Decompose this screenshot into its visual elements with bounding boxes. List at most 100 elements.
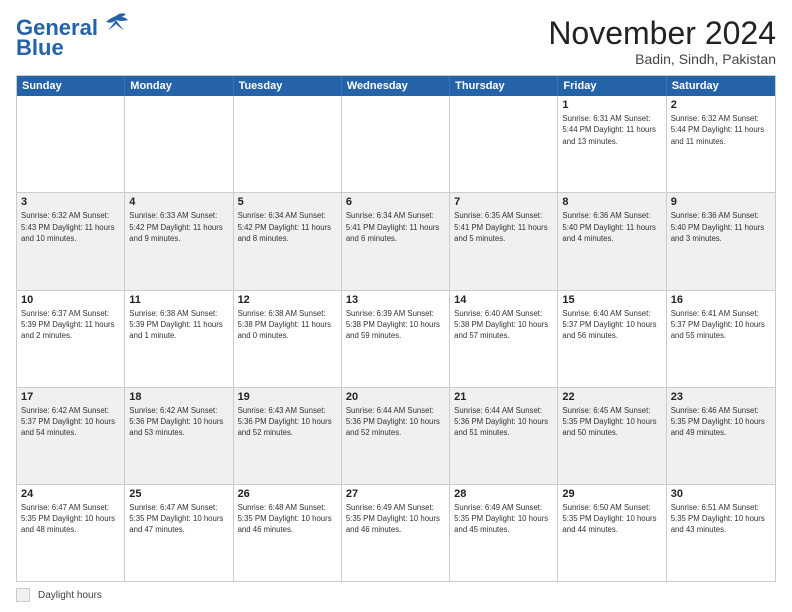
day-header-monday: Monday [125, 76, 233, 96]
cell-info: Sunrise: 6:47 AM Sunset: 5:35 PM Dayligh… [129, 502, 228, 536]
calendar-cell: 30 Sunrise: 6:51 AM Sunset: 5:35 PM Dayli… [667, 485, 775, 581]
header: General Blue November 2024 Badin, Sindh,… [16, 16, 776, 67]
calendar-cell: 1 Sunrise: 6:31 AM Sunset: 5:44 PM Daylig… [558, 96, 666, 192]
calendar-cell [125, 96, 233, 192]
cell-info: Sunrise: 6:34 AM Sunset: 5:42 PM Dayligh… [238, 210, 337, 244]
calendar-cell: 3Sunrise: 6:32 AM Sunset: 5:43 PM Daylig… [17, 193, 125, 289]
calendar-cell: 14 Sunrise: 6:40 AM Sunset: 5:38 PM Dayli… [450, 291, 558, 387]
location-title: Badin, Sindh, Pakistan [548, 51, 776, 67]
calendar-cell [17, 96, 125, 192]
day-header-tuesday: Tuesday [234, 76, 342, 96]
calendar-row-4: 24 Sunrise: 6:47 AM Sunset: 5:35 PM Dayli… [17, 484, 775, 581]
day-number: 7 [454, 196, 553, 208]
calendar-cell: 23 Sunrise: 6:46 AM Sunset: 5:35 PM Dayli… [667, 388, 775, 484]
cell-info: Sunrise: 6:33 AM Sunset: 5:42 PM Dayligh… [129, 210, 228, 244]
day-header-sunday: Sunday [17, 76, 125, 96]
cell-info: Sunrise: 6:39 AM Sunset: 5:38 PM Dayligh… [346, 308, 445, 342]
cell-info: Sunrise: 6:51 AM Sunset: 5:35 PM Dayligh… [671, 502, 771, 536]
calendar-cell: 22 Sunrise: 6:45 AM Sunset: 5:35 PM Dayli… [558, 388, 666, 484]
day-number: 3 [21, 196, 120, 208]
month-title: November 2024 [548, 16, 776, 51]
day-number: 25 [129, 488, 228, 500]
day-number: 24 [21, 488, 120, 500]
cell-info: Sunrise: 6:41 AM Sunset: 5:37 PM Dayligh… [671, 308, 771, 342]
calendar-cell: 10Sunrise: 6:37 AM Sunset: 5:39 PM Dayli… [17, 291, 125, 387]
logo-blue: Blue [16, 35, 64, 60]
cell-info: Sunrise: 6:38 AM Sunset: 5:38 PM Dayligh… [238, 308, 337, 342]
day-header-friday: Friday [558, 76, 666, 96]
day-number: 15 [562, 294, 661, 306]
calendar-cell: 12Sunrise: 6:38 AM Sunset: 5:38 PM Dayli… [234, 291, 342, 387]
day-header-saturday: Saturday [667, 76, 775, 96]
calendar-cell: 11 Sunrise: 6:38 AM Sunset: 5:39 PM Dayli… [125, 291, 233, 387]
calendar-cell [450, 96, 558, 192]
logo: General Blue [16, 16, 130, 60]
calendar-body: 1 Sunrise: 6:31 AM Sunset: 5:44 PM Daylig… [17, 96, 775, 581]
calendar-row-0: 1 Sunrise: 6:31 AM Sunset: 5:44 PM Daylig… [17, 96, 775, 192]
day-number: 28 [454, 488, 553, 500]
logo-bird-icon [102, 12, 130, 39]
calendar-cell: 20 Sunrise: 6:44 AM Sunset: 5:36 PM Dayli… [342, 388, 450, 484]
cell-info: Sunrise: 6:50 AM Sunset: 5:35 PM Dayligh… [562, 502, 661, 536]
day-number: 1 [562, 99, 661, 111]
day-number: 13 [346, 294, 445, 306]
day-number: 11 [129, 294, 228, 306]
calendar-cell [342, 96, 450, 192]
day-number: 29 [562, 488, 661, 500]
calendar: SundayMondayTuesdayWednesdayThursdayFrid… [16, 75, 776, 582]
day-number: 4 [129, 196, 228, 208]
calendar-cell: 7 Sunrise: 6:35 AM Sunset: 5:41 PM Daylig… [450, 193, 558, 289]
day-number: 16 [671, 294, 771, 306]
cell-info: Sunrise: 6:31 AM Sunset: 5:44 PM Dayligh… [562, 113, 661, 147]
day-number: 14 [454, 294, 553, 306]
calendar-header: SundayMondayTuesdayWednesdayThursdayFrid… [17, 76, 775, 96]
day-number: 20 [346, 391, 445, 403]
calendar-cell: 25 Sunrise: 6:47 AM Sunset: 5:35 PM Dayli… [125, 485, 233, 581]
cell-info: Sunrise: 6:45 AM Sunset: 5:35 PM Dayligh… [562, 405, 661, 439]
cell-info: Sunrise: 6:49 AM Sunset: 5:35 PM Dayligh… [454, 502, 553, 536]
calendar-cell: 21 Sunrise: 6:44 AM Sunset: 5:36 PM Dayli… [450, 388, 558, 484]
day-number: 9 [671, 196, 771, 208]
calendar-cell: 16 Sunrise: 6:41 AM Sunset: 5:37 PM Dayli… [667, 291, 775, 387]
day-number: 27 [346, 488, 445, 500]
calendar-row-1: 3Sunrise: 6:32 AM Sunset: 5:43 PM Daylig… [17, 192, 775, 289]
day-number: 17 [21, 391, 120, 403]
day-header-wednesday: Wednesday [342, 76, 450, 96]
cell-info: Sunrise: 6:35 AM Sunset: 5:41 PM Dayligh… [454, 210, 553, 244]
cell-info: Sunrise: 6:40 AM Sunset: 5:38 PM Dayligh… [454, 308, 553, 342]
calendar-cell: 18 Sunrise: 6:42 AM Sunset: 5:36 PM Dayli… [125, 388, 233, 484]
day-number: 10 [21, 294, 120, 306]
cell-info: Sunrise: 6:44 AM Sunset: 5:36 PM Dayligh… [454, 405, 553, 439]
legend-box [16, 588, 30, 602]
cell-info: Sunrise: 6:47 AM Sunset: 5:35 PM Dayligh… [21, 502, 120, 536]
calendar-cell: 2Sunrise: 6:32 AM Sunset: 5:44 PM Daylig… [667, 96, 775, 192]
cell-info: Sunrise: 6:46 AM Sunset: 5:35 PM Dayligh… [671, 405, 771, 439]
title-section: November 2024 Badin, Sindh, Pakistan [548, 16, 776, 67]
day-number: 18 [129, 391, 228, 403]
cell-info: Sunrise: 6:44 AM Sunset: 5:36 PM Dayligh… [346, 405, 445, 439]
calendar-cell: 27Sunrise: 6:49 AM Sunset: 5:35 PM Dayli… [342, 485, 450, 581]
page: General Blue November 2024 Badin, Sindh,… [0, 0, 792, 612]
legend-label: Daylight hours [38, 590, 102, 601]
calendar-cell: 5Sunrise: 6:34 AM Sunset: 5:42 PM Daylig… [234, 193, 342, 289]
day-number: 23 [671, 391, 771, 403]
cell-info: Sunrise: 6:40 AM Sunset: 5:37 PM Dayligh… [562, 308, 661, 342]
calendar-cell: 17Sunrise: 6:42 AM Sunset: 5:37 PM Dayli… [17, 388, 125, 484]
calendar-row-2: 10Sunrise: 6:37 AM Sunset: 5:39 PM Dayli… [17, 290, 775, 387]
cell-info: Sunrise: 6:42 AM Sunset: 5:36 PM Dayligh… [129, 405, 228, 439]
calendar-cell: 13 Sunrise: 6:39 AM Sunset: 5:38 PM Dayli… [342, 291, 450, 387]
calendar-cell: 26Sunrise: 6:48 AM Sunset: 5:35 PM Dayli… [234, 485, 342, 581]
day-header-thursday: Thursday [450, 76, 558, 96]
day-number: 30 [671, 488, 771, 500]
cell-info: Sunrise: 6:38 AM Sunset: 5:39 PM Dayligh… [129, 308, 228, 342]
calendar-cell: 9Sunrise: 6:36 AM Sunset: 5:40 PM Daylig… [667, 193, 775, 289]
calendar-cell: 15 Sunrise: 6:40 AM Sunset: 5:37 PM Dayli… [558, 291, 666, 387]
cell-info: Sunrise: 6:32 AM Sunset: 5:44 PM Dayligh… [671, 113, 771, 147]
day-number: 22 [562, 391, 661, 403]
day-number: 21 [454, 391, 553, 403]
cell-info: Sunrise: 6:34 AM Sunset: 5:41 PM Dayligh… [346, 210, 445, 244]
calendar-row-3: 17Sunrise: 6:42 AM Sunset: 5:37 PM Dayli… [17, 387, 775, 484]
day-number: 6 [346, 196, 445, 208]
calendar-cell: 4 Sunrise: 6:33 AM Sunset: 5:42 PM Daylig… [125, 193, 233, 289]
calendar-cell: 28 Sunrise: 6:49 AM Sunset: 5:35 PM Dayli… [450, 485, 558, 581]
